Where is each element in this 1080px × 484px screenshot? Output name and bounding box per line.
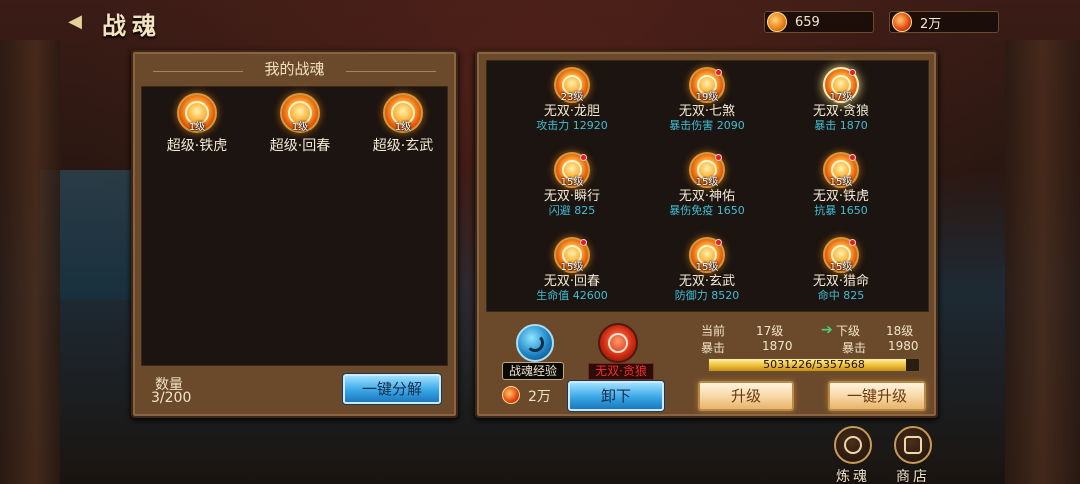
back-arrow-icon[interactable]: ◀ [62,10,88,34]
top-bar: ◀ 战魂 659 2万 [0,0,1080,44]
current-stat-name: 暴击 [701,341,726,355]
soul-stat: 命中 825 [817,289,865,302]
notification-dot [715,154,722,161]
next-level: 18级 [886,324,914,338]
notification-dot [715,69,722,76]
background-pillar-left [0,40,60,484]
soul-stat: 暴击伤害 2090 [669,119,745,132]
soul-stat: 生命值 42600 [536,289,608,302]
soul-stat: 暴击 1870 [814,119,868,132]
shield-soul-icon: 15级 [689,152,725,188]
soul-essence-counter: 2万 [889,11,999,33]
tiger-soul-icon: 15级 [823,152,859,188]
shop-button[interactable]: 商店 [893,426,933,484]
notification-dot [849,239,856,246]
equipped-soul-card[interactable]: 15级 无双·瞬行 闪避 825 [507,152,637,218]
current-stat-value: 1870 [762,339,793,353]
soul-stat: 攻击力 12920 [536,119,608,132]
soul-name: 无双·玄武 [678,274,736,289]
selected-soul-icon[interactable] [598,323,638,363]
current-level: 17级 [756,324,784,338]
equipped-soul-card[interactable]: 15级 无双·神佑 暴伤免疫 1650 [642,152,772,218]
equipped-soul-card[interactable]: 15级 无双·玄武 防御力 8520 [642,237,772,303]
equipped-soul-card-selected[interactable]: 17级 无双·贪狼 暴击 1870 [776,67,906,133]
equipped-soul-card[interactable]: 15级 无双·回春 生命值 42600 [507,237,637,303]
soul-name: 超级·玄武 [372,138,434,154]
coin-value: 659 [795,14,820,30]
upgrade-button[interactable]: 升级 [698,381,794,411]
dash-soul-icon: 15级 [554,152,590,188]
my-souls-title: 我的战魂 [264,60,325,78]
equipped-soul-card[interactable]: 15级 无双·铁虎 抗暴 1650 [776,152,906,218]
soul-stat: 暴伤免疫 1650 [669,204,745,217]
refine-soul-button[interactable]: 炼魂 [833,426,873,484]
coin-icon [767,12,787,32]
equipped-soul-card[interactable]: 15级 无双·猎命 命中 825 [776,237,906,303]
cost-value: 2万 [528,389,551,405]
fire-soul-icon: 19级 [689,67,725,103]
coin-counter: 659 [764,11,874,33]
soul-name: 无双·龙胆 [543,104,601,119]
soul-name: 无双·瞬行 [543,189,601,204]
equipped-souls-panel: 23级 无双·龙胆 攻击力 12920 19级 无双·七煞 暴击伤害 2090 … [475,50,938,418]
heal-soul-icon: 15级 [554,237,590,273]
refine-label: 炼魂 [836,469,870,484]
soul-essence-icon [502,386,520,404]
equipped-soul-card[interactable]: 23级 无双·龙胆 攻击力 12920 [507,67,637,133]
dragon-soul-icon: 23级 [554,67,590,103]
arrow-right-icon: ➔ [821,322,833,338]
selected-soul-name: 无双·贪狼 [588,363,654,380]
title-divider-right [346,71,436,72]
tiger-soul-icon: 1级 [177,93,217,133]
soul-exp-icon[interactable] [516,324,554,362]
next-stat-value: 1980 [888,339,919,353]
refine-swirl-icon [834,426,872,464]
notification-dot [580,154,587,161]
notification-dot [715,239,722,246]
upgrade-all-button[interactable]: 一键升级 [828,381,926,411]
soul-stat: 闪避 825 [548,204,596,217]
soul-exp-label: 战魂经验 [502,362,564,380]
background-pillar-right [1005,40,1080,484]
turtle-soul-icon: 1级 [383,93,423,133]
shop-bag-icon [894,426,932,464]
soul-essence-value: 2万 [920,16,942,32]
unequip-button[interactable]: 卸下 [568,381,664,411]
soul-name: 无双·猎命 [812,274,870,289]
decompose-all-button[interactable]: 一键分解 [343,374,441,404]
soul-name: 无双·七煞 [678,104,736,119]
my-souls-panel: 我的战魂 1级 超级·铁虎 1级 超级·回春 1级 超级·玄武 数量 3/200… [131,50,458,418]
equipped-soul-card[interactable]: 19级 无双·七煞 暴击伤害 2090 [642,67,772,133]
current-label: 当前 [701,324,726,338]
soul-name: 无双·回春 [543,274,601,289]
soul-stat: 抗暴 1650 [814,204,868,217]
heal-soul-icon: 1级 [280,93,320,133]
page-title: 战魂 [102,12,162,40]
notification-dot [580,239,587,246]
hunter-soul-icon: 15级 [823,237,859,273]
wolf-soul-icon: 17级 [823,67,859,103]
soul-name: 超级·回春 [269,138,331,154]
exp-progress-text: 5031226/5357568 [763,358,865,371]
notification-dot [849,154,856,161]
shop-label: 商店 [896,469,930,484]
soul-name: 无双·贪狼 [812,104,870,119]
next-label: 下级 [836,324,861,338]
soul-detail-area: 战魂经验 无双·贪狼 2万 卸下 当前 17级 ➔ 下级 18级 暴击 1870… [486,314,929,411]
my-souls-grid: 1级 超级·铁虎 1级 超级·回春 1级 超级·玄武 [141,86,448,366]
soul-name: 超级·铁虎 [166,138,228,154]
soul-name: 无双·神佑 [678,189,736,204]
soul-card[interactable]: 1级 超级·玄武 [358,93,448,155]
soul-card[interactable]: 1级 超级·回春 [255,93,345,155]
turtle-soul-icon: 15级 [689,237,725,273]
soul-card[interactable]: 1级 超级·铁虎 [152,93,242,155]
exp-progress-bar: 5031226/5357568 [708,358,920,372]
count-value: 3/200 [151,390,192,406]
soul-stat: 防御力 8520 [674,289,740,302]
equipped-souls-grid: 23级 无双·龙胆 攻击力 12920 19级 无双·七煞 暴击伤害 2090 … [486,60,929,312]
next-stat-name: 暴击 [842,341,867,355]
soul-essence-icon [892,12,912,32]
soul-name: 无双·铁虎 [812,189,870,204]
notification-dot [849,69,856,76]
